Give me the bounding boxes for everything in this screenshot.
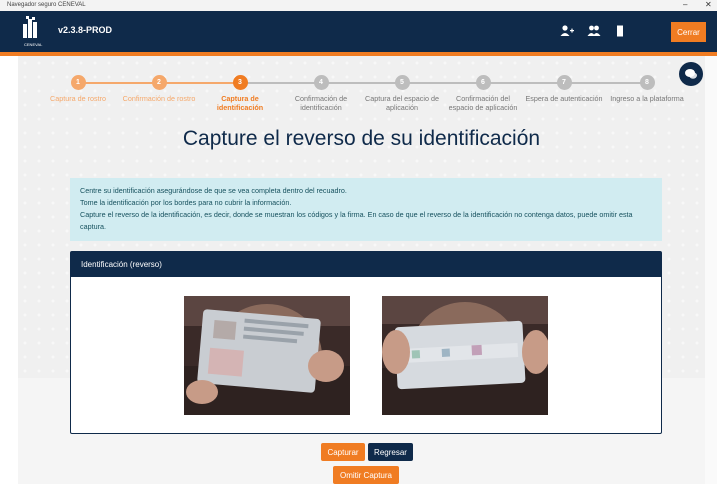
step-label: Ingreso a la plataforma: [610, 94, 684, 103]
step-number: 5: [394, 75, 410, 90]
step-label: Confirmación de rostro: [122, 94, 196, 103]
step-number: 8: [639, 75, 655, 90]
skip-capture-button[interactable]: Omitir Captura: [333, 466, 399, 484]
step-number: 6: [475, 75, 491, 90]
step-6: 6 Confirmación del espacio de aplicación: [441, 75, 525, 112]
minimize-button[interactable]: –: [683, 0, 687, 10]
app-version: v2.3.8-PROD: [58, 25, 113, 35]
instruction-line: Capture el reverso de la identificación,…: [80, 210, 633, 231]
window-title: Navegador seguro CENEVAL: [7, 2, 86, 8]
capture-card: Identificación (reverso): [70, 251, 662, 434]
card-title: Identificación (reverso): [71, 252, 661, 277]
user-add-icon[interactable]: [560, 24, 574, 38]
step-5: 5 Captura del espacio de aplicación: [360, 75, 444, 112]
window-bottom-edge: [0, 484, 717, 496]
captured-image: [382, 296, 548, 415]
page-title: Capture el reverso de su identificación: [182, 127, 541, 150]
step-1: 1 Captura de rostro: [36, 75, 120, 103]
step-label: Captura de identificación: [216, 94, 264, 112]
step-label: Confirmación del espacio de aplicación: [448, 94, 518, 112]
users-icon[interactable]: [587, 24, 601, 38]
step-7: 7 Espera de autenticación: [522, 75, 606, 103]
camera-preview: [184, 296, 350, 415]
instruction-line: Tome la identificación por los bordes pa…: [80, 198, 292, 207]
instructions-alert: Centre su identificación asegurándose de…: [70, 178, 662, 241]
step-2: 2 Confirmación de rostro: [117, 75, 201, 103]
instruction-line: Centre su identificación asegurándose de…: [80, 186, 347, 195]
capture-button[interactable]: Capturar: [321, 443, 365, 461]
os-title-bar: Navegador seguro CENEVAL – ✕: [0, 0, 717, 11]
step-3: 3 Captura de identificación: [198, 75, 282, 112]
step-number: 2: [151, 75, 167, 90]
logout-button[interactable]: Cerrar: [671, 22, 706, 42]
step-number: 4: [313, 75, 329, 90]
document-icon[interactable]: [613, 24, 627, 38]
logo-text: CENEVAL: [24, 42, 43, 47]
step-number: 7: [556, 75, 572, 90]
step-label: Captura de rostro: [50, 94, 106, 103]
step-4: 4 Confirmación de identificación: [279, 75, 363, 112]
step-number: 1: [70, 75, 86, 90]
step-label: Captura del espacio de aplicación: [365, 94, 439, 112]
scroll-gutter: [705, 56, 717, 484]
step-label: Espera de autenticación: [525, 94, 603, 103]
close-window-button[interactable]: ✕: [705, 0, 712, 10]
step-number: 3: [232, 75, 248, 90]
step-8: 8 Ingreso a la plataforma: [605, 75, 689, 103]
step-label: Confirmación de identificación: [294, 94, 348, 112]
back-button[interactable]: Regresar: [368, 443, 413, 461]
